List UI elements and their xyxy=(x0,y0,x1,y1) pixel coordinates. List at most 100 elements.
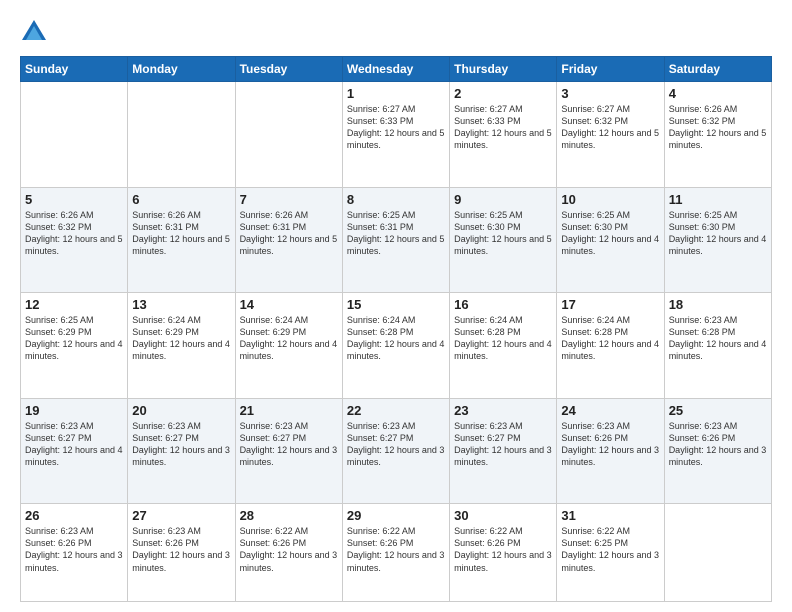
calendar-cell: 27Sunrise: 6:23 AMSunset: 6:26 PMDayligh… xyxy=(128,504,235,602)
day-number: 22 xyxy=(347,403,445,418)
calendar-cell: 11 Sunrise: 6:25 AMSunset: 6:30 PMDayligh… xyxy=(664,187,771,293)
day-info: Sunrise: 6:25 AMSunset: 6:29 PMDaylight:… xyxy=(25,314,123,363)
week-row-1: 5 Sunrise: 6:26 AMSunset: 6:32 PMDaylight… xyxy=(21,187,772,293)
calendar-cell: 15Sunrise: 6:24 AMSunset: 6:28 PMDayligh… xyxy=(342,293,449,399)
calendar: SundayMondayTuesdayWednesdayThursdayFrid… xyxy=(20,56,772,602)
calendar-cell: 18 Sunrise: 6:23 AMSunset: 6:28 PMDayligh… xyxy=(664,293,771,399)
day-info: Sunrise: 6:26 AMSunset: 6:31 PMDaylight:… xyxy=(240,209,338,258)
calendar-cell: 9 Sunrise: 6:25 AMSunset: 6:30 PMDaylight… xyxy=(450,187,557,293)
day-number: 2 xyxy=(454,86,552,101)
day-info: Sunrise: 6:25 AMSunset: 6:30 PMDaylight:… xyxy=(561,209,659,258)
calendar-cell: 25 Sunrise: 6:23 AMSunset: 6:26 PMDayligh… xyxy=(664,398,771,504)
day-number: 16 xyxy=(454,297,552,312)
day-info: Sunrise: 6:24 AMSunset: 6:28 PMDaylight:… xyxy=(561,314,659,363)
day-info: Sunrise: 6:23 AMSunset: 6:26 PMDaylight:… xyxy=(132,525,230,574)
day-info: Sunrise: 6:26 AMSunset: 6:31 PMDaylight:… xyxy=(132,209,230,258)
day-info: Sunrise: 6:23 AMSunset: 6:27 PMDaylight:… xyxy=(132,420,230,469)
week-row-0: 1 Sunrise: 6:27 AMSunset: 6:33 PMDaylight… xyxy=(21,82,772,188)
day-number: 7 xyxy=(240,192,338,207)
day-number: 10 xyxy=(561,192,659,207)
day-info: Sunrise: 6:27 AMSunset: 6:33 PMDaylight:… xyxy=(454,103,552,152)
weekday-header-thursday: Thursday xyxy=(450,57,557,82)
calendar-cell: 5 Sunrise: 6:26 AMSunset: 6:32 PMDaylight… xyxy=(21,187,128,293)
week-row-4: 26 Sunrise: 6:23 AMSunset: 6:26 PMDayligh… xyxy=(21,504,772,602)
weekday-header-saturday: Saturday xyxy=(664,57,771,82)
day-info: Sunrise: 6:25 AMSunset: 6:31 PMDaylight:… xyxy=(347,209,445,258)
calendar-cell: 1 Sunrise: 6:27 AMSunset: 6:33 PMDaylight… xyxy=(342,82,449,188)
day-number: 9 xyxy=(454,192,552,207)
day-number: 13 xyxy=(132,297,230,312)
day-number: 26 xyxy=(25,508,123,523)
day-info: Sunrise: 6:22 AMSunset: 6:26 PMDaylight:… xyxy=(347,525,445,574)
calendar-cell: 17 Sunrise: 6:24 AMSunset: 6:28 PMDayligh… xyxy=(557,293,664,399)
day-info: Sunrise: 6:25 AMSunset: 6:30 PMDaylight:… xyxy=(669,209,767,258)
day-info: Sunrise: 6:22 AMSunset: 6:25 PMDaylight:… xyxy=(561,525,659,574)
calendar-cell: 24Sunrise: 6:23 AMSunset: 6:26 PMDayligh… xyxy=(557,398,664,504)
day-number: 4 xyxy=(669,86,767,101)
weekday-header-row: SundayMondayTuesdayWednesdayThursdayFrid… xyxy=(21,57,772,82)
day-info: Sunrise: 6:26 AMSunset: 6:32 PMDaylight:… xyxy=(669,103,767,152)
day-number: 23 xyxy=(454,403,552,418)
day-number: 29 xyxy=(347,508,445,523)
calendar-cell: 7 Sunrise: 6:26 AMSunset: 6:31 PMDaylight… xyxy=(235,187,342,293)
calendar-cell: 28Sunrise: 6:22 AMSunset: 6:26 PMDayligh… xyxy=(235,504,342,602)
weekday-header-sunday: Sunday xyxy=(21,57,128,82)
day-number: 28 xyxy=(240,508,338,523)
weekday-header-monday: Monday xyxy=(128,57,235,82)
calendar-cell: 3 Sunrise: 6:27 AMSunset: 6:32 PMDaylight… xyxy=(557,82,664,188)
calendar-cell: 22Sunrise: 6:23 AMSunset: 6:27 PMDayligh… xyxy=(342,398,449,504)
calendar-cell: 10 Sunrise: 6:25 AMSunset: 6:30 PMDayligh… xyxy=(557,187,664,293)
day-info: Sunrise: 6:23 AMSunset: 6:28 PMDaylight:… xyxy=(669,314,767,363)
calendar-cell: 26 Sunrise: 6:23 AMSunset: 6:26 PMDayligh… xyxy=(21,504,128,602)
day-info: Sunrise: 6:23 AMSunset: 6:27 PMDaylight:… xyxy=(240,420,338,469)
day-number: 30 xyxy=(454,508,552,523)
day-info: Sunrise: 6:27 AMSunset: 6:33 PMDaylight:… xyxy=(347,103,445,152)
logo-icon xyxy=(20,18,48,46)
day-info: Sunrise: 6:24 AMSunset: 6:28 PMDaylight:… xyxy=(454,314,552,363)
calendar-cell: 23Sunrise: 6:23 AMSunset: 6:27 PMDayligh… xyxy=(450,398,557,504)
day-info: Sunrise: 6:26 AMSunset: 6:32 PMDaylight:… xyxy=(25,209,123,258)
day-number: 20 xyxy=(132,403,230,418)
calendar-cell: 13 Sunrise: 6:24 AMSunset: 6:29 PMDayligh… xyxy=(128,293,235,399)
calendar-cell xyxy=(235,82,342,188)
weekday-header-friday: Friday xyxy=(557,57,664,82)
day-number: 18 xyxy=(669,297,767,312)
calendar-cell: 30 Sunrise: 6:22 AMSunset: 6:26 PMDayligh… xyxy=(450,504,557,602)
weekday-header-wednesday: Wednesday xyxy=(342,57,449,82)
calendar-cell: 31 Sunrise: 6:22 AMSunset: 6:25 PMDayligh… xyxy=(557,504,664,602)
calendar-cell xyxy=(664,504,771,602)
day-number: 12 xyxy=(25,297,123,312)
week-row-3: 19 Sunrise: 6:23 AMSunset: 6:27 PMDayligh… xyxy=(21,398,772,504)
day-number: 31 xyxy=(561,508,659,523)
day-number: 21 xyxy=(240,403,338,418)
day-number: 1 xyxy=(347,86,445,101)
calendar-cell: 14Sunrise: 6:24 AMSunset: 6:29 PMDayligh… xyxy=(235,293,342,399)
calendar-cell: 12 Sunrise: 6:25 AMSunset: 6:29 PMDayligh… xyxy=(21,293,128,399)
day-number: 19 xyxy=(25,403,123,418)
day-info: Sunrise: 6:24 AMSunset: 6:29 PMDaylight:… xyxy=(132,314,230,363)
day-info: Sunrise: 6:23 AMSunset: 6:26 PMDaylight:… xyxy=(25,525,123,574)
day-info: Sunrise: 6:23 AMSunset: 6:27 PMDaylight:… xyxy=(25,420,123,469)
day-number: 25 xyxy=(669,403,767,418)
day-number: 14 xyxy=(240,297,338,312)
day-info: Sunrise: 6:27 AMSunset: 6:32 PMDaylight:… xyxy=(561,103,659,152)
day-info: Sunrise: 6:25 AMSunset: 6:30 PMDaylight:… xyxy=(454,209,552,258)
logo xyxy=(20,18,52,46)
calendar-cell xyxy=(21,82,128,188)
calendar-cell: 29 Sunrise: 6:22 AMSunset: 6:26 PMDayligh… xyxy=(342,504,449,602)
day-info: Sunrise: 6:23 AMSunset: 6:26 PMDaylight:… xyxy=(669,420,767,469)
calendar-cell: 4 Sunrise: 6:26 AMSunset: 6:32 PMDaylight… xyxy=(664,82,771,188)
day-number: 17 xyxy=(561,297,659,312)
day-number: 11 xyxy=(669,192,767,207)
day-number: 3 xyxy=(561,86,659,101)
day-number: 6 xyxy=(132,192,230,207)
calendar-cell: 21 Sunrise: 6:23 AMSunset: 6:27 PMDayligh… xyxy=(235,398,342,504)
calendar-cell: 2 Sunrise: 6:27 AMSunset: 6:33 PMDaylight… xyxy=(450,82,557,188)
day-info: Sunrise: 6:22 AMSunset: 6:26 PMDaylight:… xyxy=(454,525,552,574)
calendar-cell: 8Sunrise: 6:25 AMSunset: 6:31 PMDaylight… xyxy=(342,187,449,293)
day-number: 5 xyxy=(25,192,123,207)
day-number: 24 xyxy=(561,403,659,418)
weekday-header-tuesday: Tuesday xyxy=(235,57,342,82)
week-row-2: 12 Sunrise: 6:25 AMSunset: 6:29 PMDayligh… xyxy=(21,293,772,399)
calendar-cell: 16 Sunrise: 6:24 AMSunset: 6:28 PMDayligh… xyxy=(450,293,557,399)
